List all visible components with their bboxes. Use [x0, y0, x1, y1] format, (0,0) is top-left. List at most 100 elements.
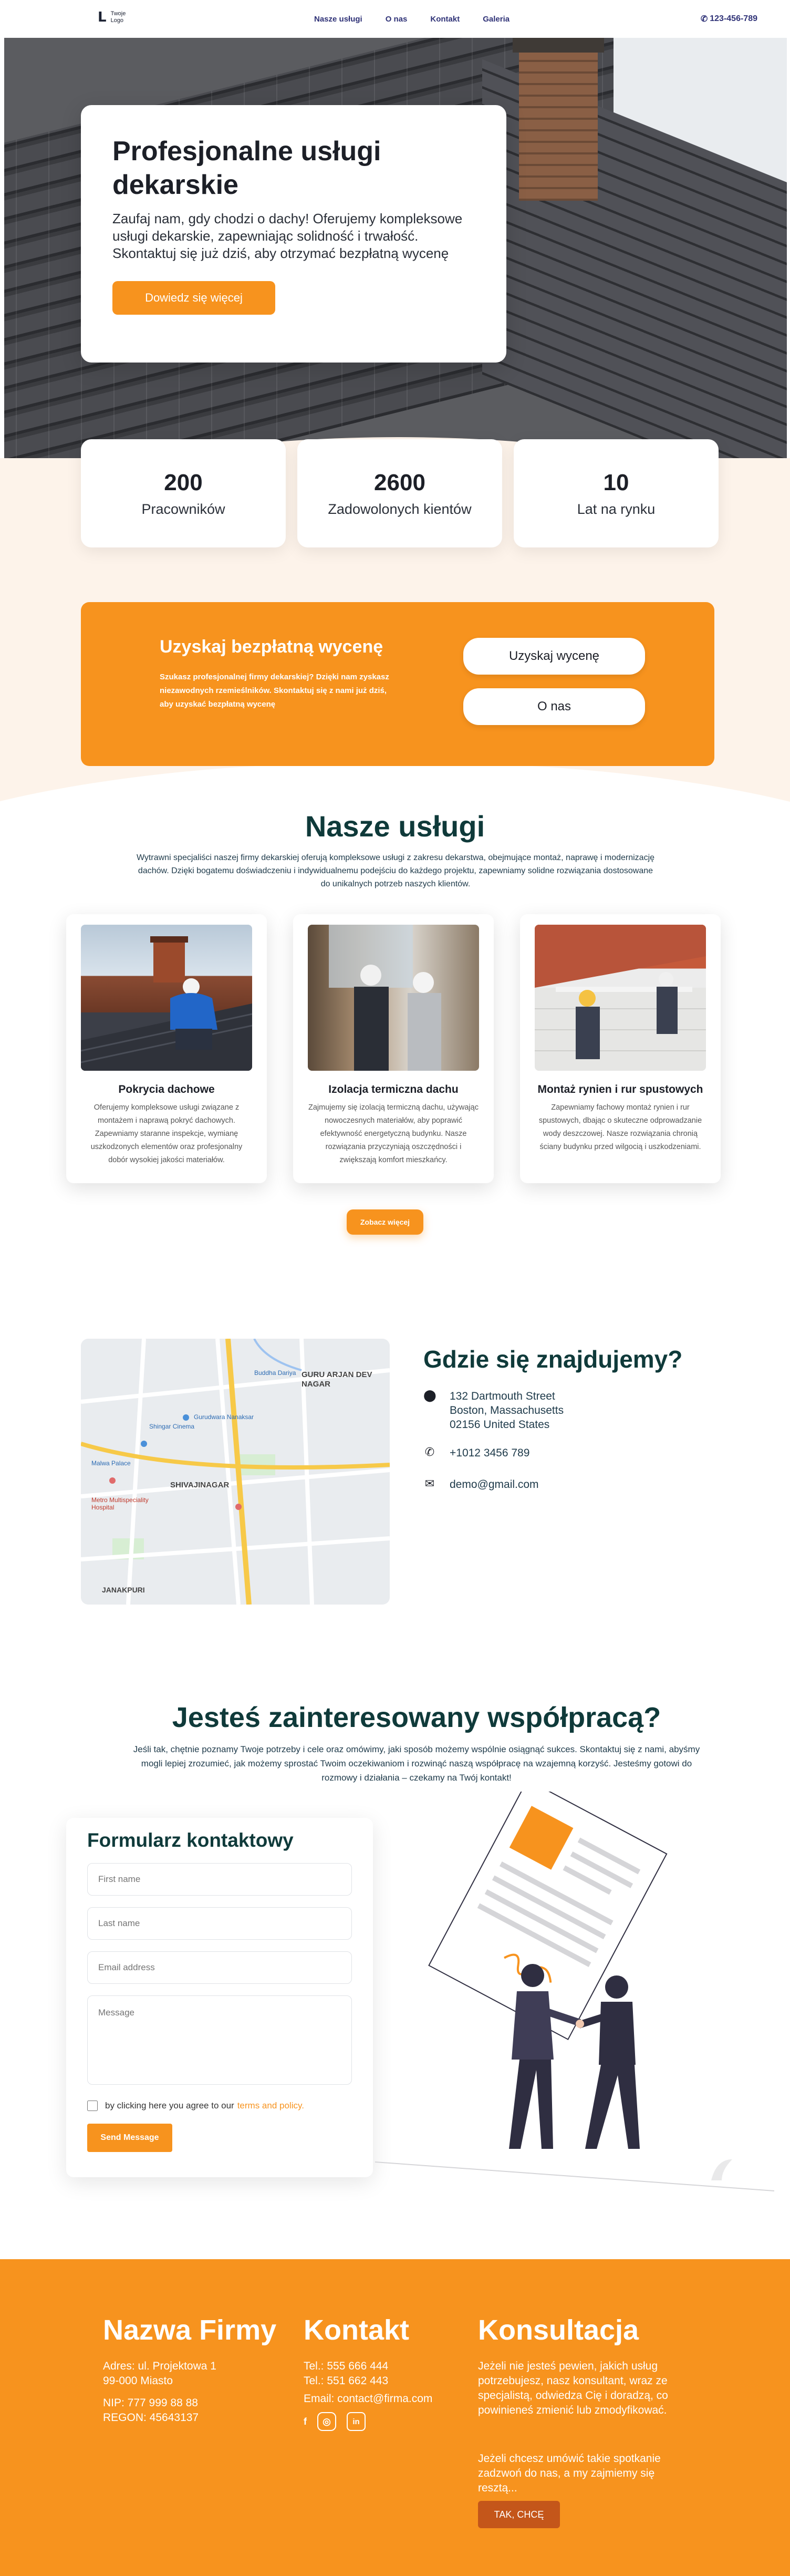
service-card[interactable]: Pokrycia dachowe Oferujemy kompleksowe u…: [66, 914, 267, 1183]
service-image-insulation: [308, 925, 479, 1071]
learn-more-button[interactable]: Dowiedz się więcej: [112, 281, 275, 315]
location-address-row: ⬤ 132 Dartmouth Street Boston, Massachus…: [423, 1389, 564, 1432]
menu-item-uslugi[interactable]: Nasze usługi: [314, 15, 362, 24]
first-name-field[interactable]: [87, 1863, 352, 1896]
map-label-area: GURU ARJAN DEV NAGAR: [302, 1370, 372, 1389]
stat-value: 200: [164, 469, 203, 495]
location-phone-row: ✆ +1012 3456 789: [423, 1445, 530, 1460]
insulation-workers-illustration: [329, 925, 441, 1071]
consent-row: by clicking here you agree to our terms …: [87, 2101, 352, 2111]
logo[interactable]: L Twoje Logo: [98, 11, 132, 24]
map-label-place: Buddha Dariya: [254, 1369, 296, 1377]
nav-phone-number: 123-456-789: [710, 14, 757, 23]
consent-text: by clicking here you agree to our: [105, 2101, 234, 2111]
email-field[interactable]: [87, 1951, 352, 1984]
service-title: Pokrycia dachowe: [118, 1083, 215, 1095]
service-title: Izolacja termiczna dachu: [328, 1083, 459, 1095]
phone-icon: ✆: [700, 15, 708, 24]
footer-consult-text-2: Jeżeli chcesz umówić takie spotkanie zad…: [478, 2453, 661, 2494]
handshake-illustration: [375, 1792, 775, 2191]
map-label-place: Shingar Cinema: [149, 1423, 195, 1430]
stat-value: 2600: [374, 469, 425, 495]
footer-consult-text: Jeżeli nie jesteś pewien, jakich usług p…: [478, 2360, 668, 2416]
cta-description: Szukasz profesjonalnej firmy dekarskiej?…: [160, 673, 389, 709]
hero-description: Zaufaj nam, gdy chodzi o dachy! Oferujem…: [112, 211, 463, 261]
footer-company-ids: NIP: 777 999 88 88 REGON: 45643137: [103, 2397, 199, 2424]
send-message-button[interactable]: Send Message: [87, 2124, 172, 2152]
page: L Twoje Logo Nasze usługi O nas Kontakt …: [0, 0, 790, 2576]
map-label-place: Gurudwara Nanaksar: [194, 1413, 254, 1421]
service-title: Montaż rynien i rur spustowych: [537, 1083, 703, 1095]
hero-chimney: [519, 38, 598, 201]
get-quote-button[interactable]: Uzyskaj wycenę: [463, 638, 645, 675]
location-title: Gdzie się znajdujemy?: [423, 1346, 683, 1373]
stat-label: Pracowników: [141, 501, 225, 517]
cta-title: Uzyskaj bezpłatną wycenę: [160, 637, 383, 657]
footer-consult-title: Konsultacja: [478, 2314, 639, 2346]
nav-phone[interactable]: ✆ 123-456-789: [701, 14, 757, 24]
footer-contact-title: Kontakt: [304, 2314, 409, 2346]
location-email-row: ✉ demo@gmail.com: [423, 1477, 539, 1492]
map-label-area: JANAKPURI: [102, 1586, 145, 1594]
stat-label: Lat na rynku: [577, 501, 656, 517]
service-text: Zapewniamy fachowy montaż rynien i rur s…: [538, 1103, 702, 1151]
consent-checkbox[interactable]: [87, 2101, 98, 2111]
stat-card: 200 Pracowników: [81, 439, 286, 547]
stat-value: 10: [603, 469, 629, 495]
map-label-area: SHIVAJINAGAR: [170, 1481, 230, 1489]
service-text: Oferujemy kompleksowe usługi związane z …: [90, 1103, 243, 1164]
logo-mark-icon: L: [98, 9, 107, 25]
service-card[interactable]: Montaż rynien i rur spustowych Zapewniam…: [520, 914, 721, 1183]
roofer-illustration: [81, 936, 252, 1071]
hero-title: Profesjonalne usługi dekarskie: [112, 136, 381, 200]
main-menu: Nasze usługi O nas Kontakt Galeria: [314, 15, 510, 24]
location-address: 132 Dartmouth Street Boston, Massachuset…: [450, 1390, 564, 1431]
footer-phones[interactable]: Tel.: 555 666 444 Tel.: 551 662 443: [304, 2359, 388, 2388]
hero-card: Profesjonalne usługi dekarskie Zaufaj na…: [81, 105, 506, 363]
service-image-roofing: [81, 925, 252, 1071]
service-card[interactable]: Izolacja termiczna dachu Zajmujemy się i…: [293, 914, 494, 1183]
last-name-field[interactable]: [87, 1907, 352, 1940]
consult-yes-button[interactable]: TAK, CHCĘ: [478, 2501, 560, 2528]
stat-label: Zadowolonych kientów: [328, 501, 472, 517]
menu-item-kontakt[interactable]: Kontakt: [430, 15, 460, 24]
quote-cta-banner: Uzyskaj bezpłatną wycenę Szukasz profesj…: [81, 602, 714, 766]
stats-row: 200 Pracowników 2600 Zadowolonych kientó…: [81, 439, 719, 547]
stat-card: 2600 Zadowolonych kientów: [297, 439, 502, 547]
menu-item-galeria[interactable]: Galeria: [483, 15, 510, 24]
phone-icon: ✆: [424, 1445, 435, 1458]
service-image-gutters: [535, 925, 706, 1071]
location-phone[interactable]: +1012 3456 789: [450, 1446, 529, 1460]
see-more-button[interactable]: Zobacz więcej: [347, 1209, 423, 1235]
message-field[interactable]: [87, 1995, 352, 2085]
linkedin-icon[interactable]: in: [347, 2412, 366, 2431]
terms-link[interactable]: terms and policy.: [237, 2101, 304, 2111]
stat-card: 10 Lat na rynku: [514, 439, 719, 547]
footer: Nazwa Firmy Adres: ul. Projektowa 1 99-0…: [0, 2259, 790, 2576]
map-label-place: Malwa Palace: [91, 1460, 131, 1467]
location-map[interactable]: GURU ARJAN DEV NAGAR SHIVAJINAGAR JANAKP…: [81, 1339, 390, 1605]
footer-social: f ◎ in: [304, 2412, 366, 2431]
map-label-place: Metro Multispeciality Hospital: [91, 1496, 149, 1511]
gutter-workers-illustration: [535, 925, 706, 1071]
footer-email[interactable]: Email: contact@firma.com: [304, 2392, 432, 2406]
cooperation-description: Jeśli tak, chętnie poznamy Twoje potrzeb…: [133, 1744, 700, 1783]
form-title: Formularz kontaktowy: [87, 1829, 294, 1851]
footer-company-title: Nazwa Firmy: [103, 2314, 277, 2346]
top-nav: L Twoje Logo Nasze usługi O nas Kontakt …: [0, 0, 790, 38]
services-cards: Pokrycia dachowe Oferujemy kompleksowe u…: [66, 914, 721, 1183]
footer-company-address: Adres: ul. Projektowa 1 99-000 Miasto: [103, 2360, 216, 2387]
about-us-button[interactable]: O nas: [463, 688, 645, 725]
mail-icon: ✉: [424, 1477, 435, 1490]
services-description: Wytrawni specjaliści naszej firmy dekars…: [136, 853, 655, 888]
facebook-icon[interactable]: f: [304, 2412, 307, 2431]
location-email[interactable]: demo@gmail.com: [450, 1477, 539, 1492]
menu-item-o-nas[interactable]: O nas: [386, 15, 408, 24]
hero-chimney-cap: [513, 38, 604, 53]
instagram-icon[interactable]: ◎: [317, 2412, 336, 2431]
logo-text: Twoje Logo: [110, 11, 126, 24]
services-title: Nasze usługi: [305, 810, 485, 843]
cooperation-title: Jesteś zainteresowany współpracą?: [172, 1702, 661, 1733]
contact-form: Formularz kontaktowy by clicking here yo…: [66, 1818, 373, 2177]
location-pin-icon: ⬤: [423, 1389, 436, 1402]
